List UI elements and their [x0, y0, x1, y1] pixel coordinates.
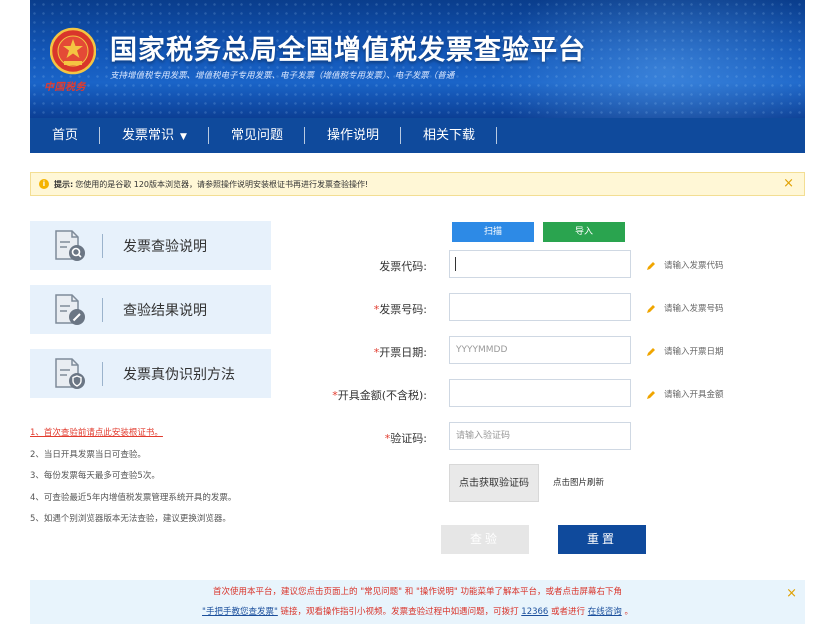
- card-divider: [102, 233, 103, 258]
- header-banner: 中国税务 国家税务总局全国增值税发票查验平台 支持增值税专用发票、增值税电子专用…: [30, 0, 805, 118]
- nav-instructions[interactable]: 操作说明: [305, 118, 401, 153]
- invoice-amount-hint-text: 请输入开具金额: [664, 390, 724, 400]
- tax-emblem-icon: [50, 27, 96, 75]
- invoice-date-label: *开票日期:: [374, 344, 427, 360]
- bottom-line-2-text: 链接，观看操作指引小视频。发票查验过程中如遇问题，可拨打: [277, 607, 522, 617]
- invoice-date-hint: 请输入开票日期: [646, 345, 724, 357]
- invoice-date-hint-text: 请输入开票日期: [664, 347, 724, 357]
- pencil-icon: [647, 390, 655, 399]
- tip-item: 4、可查验最近5年内增值税发票管理系统开具的发票。: [30, 492, 237, 503]
- card-label: 发票真伪识别方法: [123, 366, 235, 383]
- browser-notice: i 提示: 您使用的是谷歌 120版本浏览器，请参照操作说明安装根证书再进行发票…: [30, 172, 805, 196]
- invoice-amount-label: *开具金额(不含税):: [332, 387, 427, 403]
- shield-document-icon: [55, 357, 85, 389]
- phone-link[interactable]: 12366: [521, 607, 548, 617]
- notice-close-icon[interactable]: ×: [783, 176, 794, 191]
- notice-text: 您使用的是谷歌 120版本浏览器，请参照操作说明安装根证书再进行发票查验操作!: [75, 179, 369, 189]
- nav-faq-label: 常见问题: [230, 128, 283, 143]
- pencil-icon: [647, 347, 655, 356]
- site-title: 国家税务总局全国增值税发票查验平台: [110, 35, 586, 66]
- invoice-amount-hint: 请输入开具金额: [646, 388, 724, 400]
- card-result-guide[interactable]: 查验结果说明: [30, 285, 271, 334]
- captcha-input[interactable]: 请输入验证码: [449, 422, 631, 450]
- invoice-amount-label-text: 开具金额(不含税):: [337, 389, 427, 402]
- card-verification-guide[interactable]: 发票查验说明: [30, 221, 271, 270]
- invoice-code-label-text: 发票代码:: [379, 260, 427, 273]
- nav-downloads-label: 相关下载: [422, 128, 475, 143]
- nav-instructions-label: 操作说明: [326, 128, 379, 143]
- card-divider: [102, 297, 103, 322]
- info-icon: i: [39, 179, 49, 189]
- tip-install-cert[interactable]: 1、首次查验前请点此安装根证书。: [30, 423, 300, 445]
- nav-home-label: 首页: [52, 128, 79, 143]
- bottom-guide-banner: 首次使用本平台，建议您点击页面上的 "常见问题" 和 "操作说明" 功能菜单了解…: [30, 580, 805, 624]
- online-consult-link[interactable]: 在线咨询: [588, 607, 622, 617]
- notice-label: 提示:: [54, 179, 74, 189]
- tip-item: 5、如遇个别浏览器版本无法查验，建议更换浏览器。: [30, 514, 231, 524]
- chevron-down-icon: ▼: [180, 132, 187, 142]
- captcha-image[interactable]: 点击获取验证码: [449, 464, 539, 502]
- invoice-number-input[interactable]: [449, 293, 631, 321]
- nav-downloads[interactable]: 相关下载: [401, 118, 498, 153]
- scan-button[interactable]: 扫描: [452, 222, 534, 242]
- card-divider: [102, 361, 103, 386]
- edit-document-icon: [55, 293, 85, 325]
- invoice-code-input[interactable]: [449, 250, 631, 278]
- card-label: 查验结果说明: [123, 302, 207, 319]
- tip-item: 2、当日开具发票当日可查验。: [30, 449, 146, 460]
- tutorial-link[interactable]: "手把手教您查发票": [202, 607, 278, 617]
- tip-install-cert-text[interactable]: 1、首次查验前请点此安装根证书。: [30, 428, 163, 438]
- tips-list: 1、首次查验前请点此安装根证书。 2、当日开具发票当日可查验。 3、每份发票每天…: [30, 423, 300, 531]
- bottom-line-2-end: 。: [621, 607, 633, 617]
- reset-button[interactable]: 重置: [558, 525, 646, 554]
- invoice-code-hint: 请输入发票代码: [646, 259, 724, 271]
- emblem-caption: 中国税务: [44, 82, 86, 93]
- bottom-line-1: 首次使用本平台，建议您点击页面上的 "常见问题" 和 "操作说明" 功能菜单了解…: [213, 587, 622, 597]
- invoice-number-hint-text: 请输入发票号码: [664, 304, 724, 314]
- pencil-icon: [647, 304, 655, 313]
- invoice-amount-input[interactable]: [449, 379, 631, 407]
- main-nav: 首页 发票常识 ▼ 常见问题 操作说明 相关下载: [30, 118, 805, 153]
- invoice-number-label: *发票号码:: [374, 301, 427, 317]
- captcha-label-text: 验证码:: [390, 432, 427, 445]
- invoice-code-label: 发票代码:: [379, 258, 427, 274]
- tip-item: 3、每份发票每天最多可查验5次。: [30, 471, 160, 481]
- card-label: 发票查验说明: [123, 238, 207, 255]
- import-button[interactable]: 导入: [543, 222, 625, 242]
- invoice-date-label-text: 开票日期:: [379, 346, 427, 359]
- nav-invoice-knowledge[interactable]: 发票常识 ▼: [100, 118, 209, 153]
- invoice-date-input[interactable]: YYYYMMDD: [449, 336, 631, 364]
- invoice-code-hint-text: 请输入发票代码: [664, 261, 724, 271]
- pencil-icon: [647, 261, 655, 270]
- bottom-line-2: "手把手教您查发票" 链接，观看操作指引小视频。发票查验过程中如遇问题，可拨打 …: [30, 602, 805, 622]
- search-document-icon: [55, 229, 85, 261]
- site-subtitle: 支持增值税专用发票、增值税电子专用发票、电子发票（增值税专用发票）、电子发票（普…: [110, 71, 455, 81]
- captcha-label: *验证码:: [385, 430, 427, 446]
- nav-home[interactable]: 首页: [30, 118, 101, 153]
- invoice-number-hint: 请输入发票号码: [646, 302, 724, 314]
- invoice-number-label-text: 发票号码:: [379, 303, 427, 316]
- card-authenticity-methods[interactable]: 发票真伪识别方法: [30, 349, 271, 398]
- query-button[interactable]: 查验: [441, 525, 529, 554]
- nav-faq[interactable]: 常见问题: [209, 118, 305, 153]
- bottom-line-2-or: 或者进行: [548, 607, 588, 617]
- bottom-close-icon[interactable]: ×: [786, 584, 797, 604]
- captcha-refresh-hint: 点击图片刷新: [553, 478, 605, 488]
- nav-invoice-knowledge-label: 发票常识: [122, 128, 175, 143]
